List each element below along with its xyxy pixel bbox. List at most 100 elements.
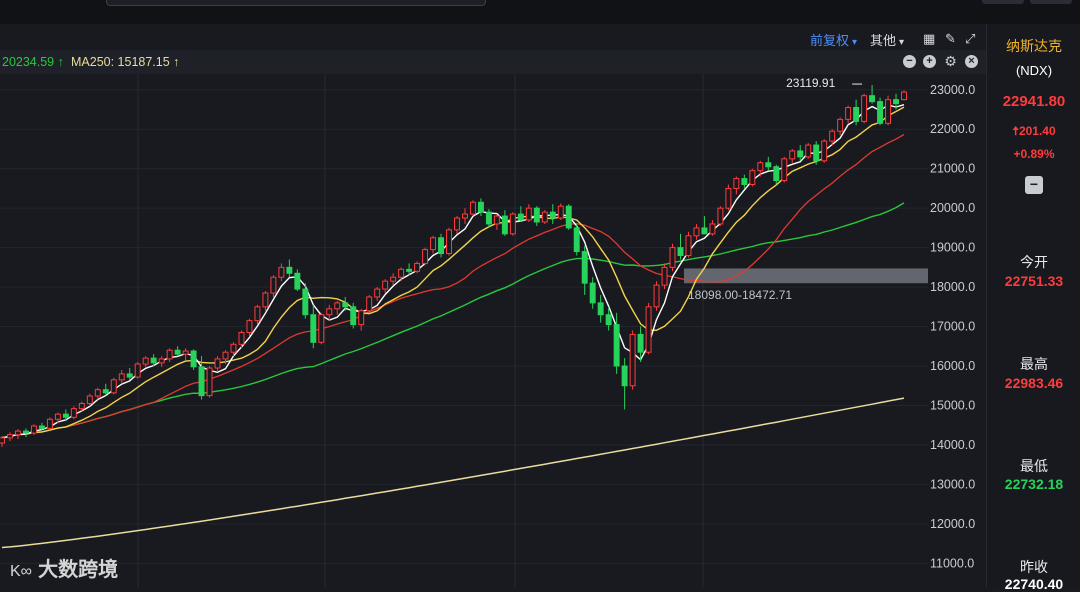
low-label: 最低 <box>1020 458 1048 474</box>
candle-body <box>573 227 580 253</box>
adjust-dropdown[interactable]: 前复权 ▾ <box>810 30 857 49</box>
candle-body <box>102 389 109 394</box>
low-value: 22732.18 <box>1004 476 1064 492</box>
candle-body <box>597 302 604 316</box>
candle-body <box>613 324 620 367</box>
index-name: 纳斯达克 <box>1006 38 1062 54</box>
ma-legend-bar: 20234.59 ↑ MA250: 15187.15 ↑ − + ⚙ × <box>0 50 986 74</box>
y-tick-label: 17000.0 <box>930 320 975 334</box>
change-value: 201.40 <box>1018 124 1056 138</box>
other-label: 其他 <box>870 33 897 48</box>
candle-body <box>653 284 660 308</box>
watermark: K∞ 大数跨境 <box>10 553 118 582</box>
chart-area[interactable]: 23000.0 22000.0 21000.0 20000.0 19000.0 18000… <box>0 74 986 587</box>
y-tick-label: 19000.0 <box>930 241 975 255</box>
candle-body <box>126 373 133 378</box>
high-marker-label: 23119.91 <box>786 76 835 90</box>
top-button-right[interactable] <box>1030 0 1072 4</box>
gear-icon[interactable]: ⚙ <box>944 54 957 68</box>
candle-body <box>118 373 125 381</box>
candle-body <box>22 430 29 434</box>
ma20-line <box>1 133 905 439</box>
candle-body <box>757 162 764 172</box>
range-label: 18098.00-18472.71 <box>688 288 792 302</box>
candle-body <box>30 425 37 434</box>
minus-icon[interactable]: − <box>903 55 916 68</box>
candle-body <box>222 351 229 360</box>
close-icon[interactable]: × <box>965 55 978 68</box>
candle-body <box>150 357 157 364</box>
chevron-down-icon: ▾ <box>899 37 905 48</box>
candle-body <box>86 395 93 405</box>
expand-icon[interactable]: ⤢ <box>965 31 975 47</box>
candle-body <box>797 150 804 158</box>
candle-body <box>62 413 69 418</box>
candle-body <box>629 333 636 387</box>
y-tick-label: 22000.0 <box>930 122 975 136</box>
high-label: 最高 <box>1020 356 1048 372</box>
top-strip <box>0 0 1080 24</box>
candle-body <box>366 296 373 312</box>
candle-body <box>717 207 724 225</box>
other-dropdown[interactable]: 其他 ▾ <box>870 30 904 49</box>
candle-body <box>781 158 788 182</box>
candle-body <box>230 343 237 353</box>
change-percent: +0.89% <box>1013 147 1055 161</box>
candle-body <box>278 266 285 278</box>
candle-body <box>741 178 748 185</box>
last-price: 22941.80 <box>1002 93 1066 110</box>
candle-body <box>70 408 77 418</box>
watermark-text: 大数跨境 <box>38 559 119 581</box>
brush-icon[interactable]: ✎ <box>945 31 956 47</box>
candle-body <box>142 357 149 365</box>
candle-body <box>877 101 884 124</box>
candle-body <box>813 144 820 162</box>
y-tick-label: 23000.0 <box>930 83 975 97</box>
candle-body <box>821 140 828 162</box>
ma60-readout: 20234.59 ↑ <box>2 55 64 69</box>
open-value: 22751.33 <box>1004 273 1064 289</box>
candle-body <box>430 237 437 251</box>
candle-body <box>837 118 844 132</box>
candle-body <box>78 403 85 410</box>
quote-sidebar: 纳斯达克 (NDX) 22941.80 🠅201.40 +0.89% − 今开 … <box>986 24 1080 592</box>
candle-body <box>693 227 700 237</box>
search-box[interactable] <box>106 0 486 6</box>
candle-body <box>621 365 628 387</box>
candle-body <box>565 205 572 229</box>
open-label: 今开 <box>1020 254 1048 270</box>
candle-body <box>350 306 357 326</box>
candlestick-chart[interactable]: 23000.0 22000.0 21000.0 20000.0 19000.0 18000… <box>0 74 986 587</box>
candle-body <box>294 272 301 290</box>
candle-body <box>262 292 269 308</box>
grid-icon[interactable]: ▦ <box>923 31 935 47</box>
top-button-left[interactable] <box>982 0 1024 4</box>
candle-body <box>334 302 341 310</box>
candle-body <box>134 363 141 378</box>
candle-body <box>206 367 213 397</box>
candle-body <box>446 229 452 255</box>
candle-body <box>406 268 413 272</box>
candle-body <box>549 211 556 219</box>
candle-body <box>645 306 652 353</box>
candle-body <box>286 266 293 274</box>
y-tick-label: 16000.0 <box>930 359 975 373</box>
candle-body <box>158 358 165 364</box>
candle-body <box>38 425 45 429</box>
candle-body <box>166 349 173 360</box>
candle-body <box>469 201 476 215</box>
candle-body <box>517 213 524 221</box>
prev-close-label: 昨收 <box>1020 559 1048 575</box>
plus-icon[interactable]: + <box>923 55 936 68</box>
ma250-readout: MA250: 15187.15 ↑ <box>71 55 180 69</box>
candle-body <box>0 437 5 444</box>
candle-body <box>318 314 325 343</box>
watermark-logo: K∞ <box>10 563 33 580</box>
candle-body <box>885 99 892 124</box>
candle-body <box>533 207 540 223</box>
y-tick-label: 21000.0 <box>930 162 975 176</box>
candle-body <box>414 262 421 272</box>
collapse-button[interactable]: − <box>1025 176 1043 194</box>
candle-body <box>438 237 445 255</box>
candle-body <box>853 107 860 122</box>
